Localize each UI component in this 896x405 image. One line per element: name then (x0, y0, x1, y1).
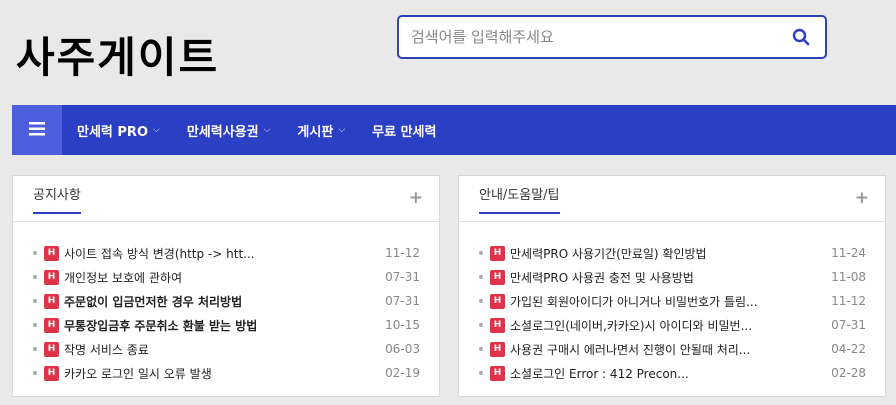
item-title[interactable]: 가입된 회원아이디가 아니거나 비밀번호가 틀림... (510, 293, 814, 310)
bullet-icon (33, 347, 37, 351)
guide-list: H 만세력PRO 사용기간(만료일) 확인방법 11-24 H 만세력PRO 사용권 … (459, 222, 885, 385)
hot-badge: H (490, 269, 505, 285)
hot-badge: H (44, 245, 59, 261)
item-date: 11-12 (385, 246, 420, 260)
item-title[interactable]: 소셜로그인 Error : 412 Precon... (510, 365, 814, 382)
nav-item-label: 만세력 PRO (77, 124, 148, 140)
main-navbar: 만세력 PRO ⌵ 만세력사용권 ⌵ 게시판 ⌵ 무료 만세력 (12, 105, 896, 155)
list-item[interactable]: H 가입된 회원아이디가 아니거나 비밀번호가 틀림... 11-12 (479, 289, 885, 313)
hot-badge: H (44, 269, 59, 285)
item-date: 02-19 (385, 366, 420, 380)
item-title[interactable]: 만세력PRO 사용기간(만료일) 확인방법 (510, 245, 814, 262)
item-date: 02-28 (831, 366, 866, 380)
list-item[interactable]: H 사이트 접속 방식 변경(http -> htt... 11-12 (33, 241, 439, 265)
plus-icon[interactable]: + (409, 188, 423, 208)
item-title[interactable]: 사이트 접속 방식 변경(http -> htt... (64, 245, 368, 262)
bullet-icon (33, 251, 37, 255)
item-date: 07-31 (385, 270, 420, 284)
hot-badge: H (44, 365, 59, 381)
bullet-icon (33, 323, 37, 327)
item-date: 11-12 (831, 294, 866, 308)
hot-badge: H (490, 245, 505, 261)
search-icon[interactable] (789, 25, 813, 49)
item-title[interactable]: 무통장입금후 주문취소 환불 받는 방법 (64, 317, 368, 334)
search-box (397, 15, 827, 59)
panel-title[interactable]: 안내/도움말/팁 (479, 188, 560, 214)
hot-badge: H (490, 341, 505, 357)
nav-item-label: 만세력사용권 (186, 124, 259, 140)
list-item[interactable]: H 주문없이 입금먼저한 경우 처리방법 07-31 (33, 289, 439, 313)
item-title[interactable]: 개인정보 보호에 관하여 (64, 269, 368, 286)
item-title[interactable]: 카카오 로그인 일시 오류 발생 (64, 365, 368, 382)
notice-panel: 공지사항 + H 사이트 접속 방식 변경(http -> htt... 11-12… (12, 175, 440, 397)
bullet-icon (479, 347, 483, 351)
list-item[interactable]: H 소셜로그인(네이버,카카오)시 아이디와 비밀번... 07-31 (479, 313, 885, 337)
bullet-icon (479, 251, 483, 255)
item-title[interactable]: 사용권 구매시 에러나면서 진행이 안될때 처리... (510, 341, 814, 358)
hot-badge: H (44, 317, 59, 333)
item-date: 07-31 (831, 318, 866, 332)
nav-item-manseryeok-pro[interactable]: 만세력 PRO ⌵ (77, 121, 160, 140)
panel-header: 공지사항 + (13, 176, 439, 222)
nav-item-free-manseryeok[interactable]: 무료 만세력 (372, 121, 436, 140)
search-input[interactable] (411, 28, 789, 46)
list-item[interactable]: H 카카오 로그인 일시 오류 발생 02-19 (33, 361, 439, 385)
guide-panel: 안내/도움말/팁 + H 만세력PRO 사용기간(만료일) 확인방법 11-24 H… (458, 175, 886, 397)
site-logo[interactable]: 사주게이트 (16, 28, 219, 88)
item-date: 11-08 (831, 270, 866, 284)
bullet-icon (33, 371, 37, 375)
item-title[interactable]: 만세력PRO 사용권 충전 및 사용방법 (510, 269, 814, 286)
item-title[interactable]: 소셜로그인(네이버,카카오)시 아이디와 비밀번... (510, 317, 814, 334)
nav-item-label: 무료 만세력 (372, 124, 437, 140)
plus-icon[interactable]: + (855, 188, 869, 208)
chevron-down-icon: ⌵ (338, 125, 346, 135)
bullet-icon (33, 275, 37, 279)
item-title[interactable]: 작명 서비스 종료 (64, 341, 368, 358)
chevron-down-icon: ⌵ (153, 125, 160, 135)
panel-title[interactable]: 공지사항 (33, 188, 81, 214)
nav-item-board[interactable]: 게시판 ⌵ (297, 121, 345, 140)
list-item[interactable]: H 사용권 구매시 에러나면서 진행이 안될때 처리... 04-22 (479, 337, 885, 361)
bullet-icon (479, 371, 483, 375)
hot-badge: H (490, 317, 505, 333)
nav-item-license[interactable]: 만세력사용권 ⌵ (187, 121, 271, 140)
hot-badge: H (490, 293, 505, 309)
list-item[interactable]: H 작명 서비스 종료 06-03 (33, 337, 439, 361)
bullet-icon (33, 299, 37, 303)
hamburger-icon (29, 121, 45, 140)
chevron-down-icon: ⌵ (263, 125, 271, 135)
item-date: 04-22 (831, 342, 866, 356)
item-date: 11-24 (831, 246, 866, 260)
item-date: 06-03 (385, 342, 420, 356)
nav-item-label: 게시판 (297, 124, 334, 140)
hot-badge: H (490, 365, 505, 381)
item-date: 10-15 (385, 318, 420, 332)
list-item[interactable]: H 무통장입금후 주문취소 환불 받는 방법 10-15 (33, 313, 439, 337)
list-item[interactable]: H 소셜로그인 Error : 412 Precon... 02-28 (479, 361, 885, 385)
hot-badge: H (44, 293, 59, 309)
list-item[interactable]: H 만세력PRO 사용권 충전 및 사용방법 11-08 (479, 265, 885, 289)
list-item[interactable]: H 만세력PRO 사용기간(만료일) 확인방법 11-24 (479, 241, 885, 265)
hot-badge: H (44, 341, 59, 357)
item-title[interactable]: 주문없이 입금먼저한 경우 처리방법 (64, 293, 368, 310)
list-item[interactable]: H 개인정보 보호에 관하여 07-31 (33, 265, 439, 289)
hamburger-menu-button[interactable] (12, 105, 62, 155)
notice-list: H 사이트 접속 방식 변경(http -> htt... 11-12 H 개인정보 … (13, 222, 439, 385)
item-date: 07-31 (385, 294, 420, 308)
panel-header: 안내/도움말/팁 + (459, 176, 885, 222)
bullet-icon (479, 323, 483, 327)
bullet-icon (479, 299, 483, 303)
bullet-icon (479, 275, 483, 279)
